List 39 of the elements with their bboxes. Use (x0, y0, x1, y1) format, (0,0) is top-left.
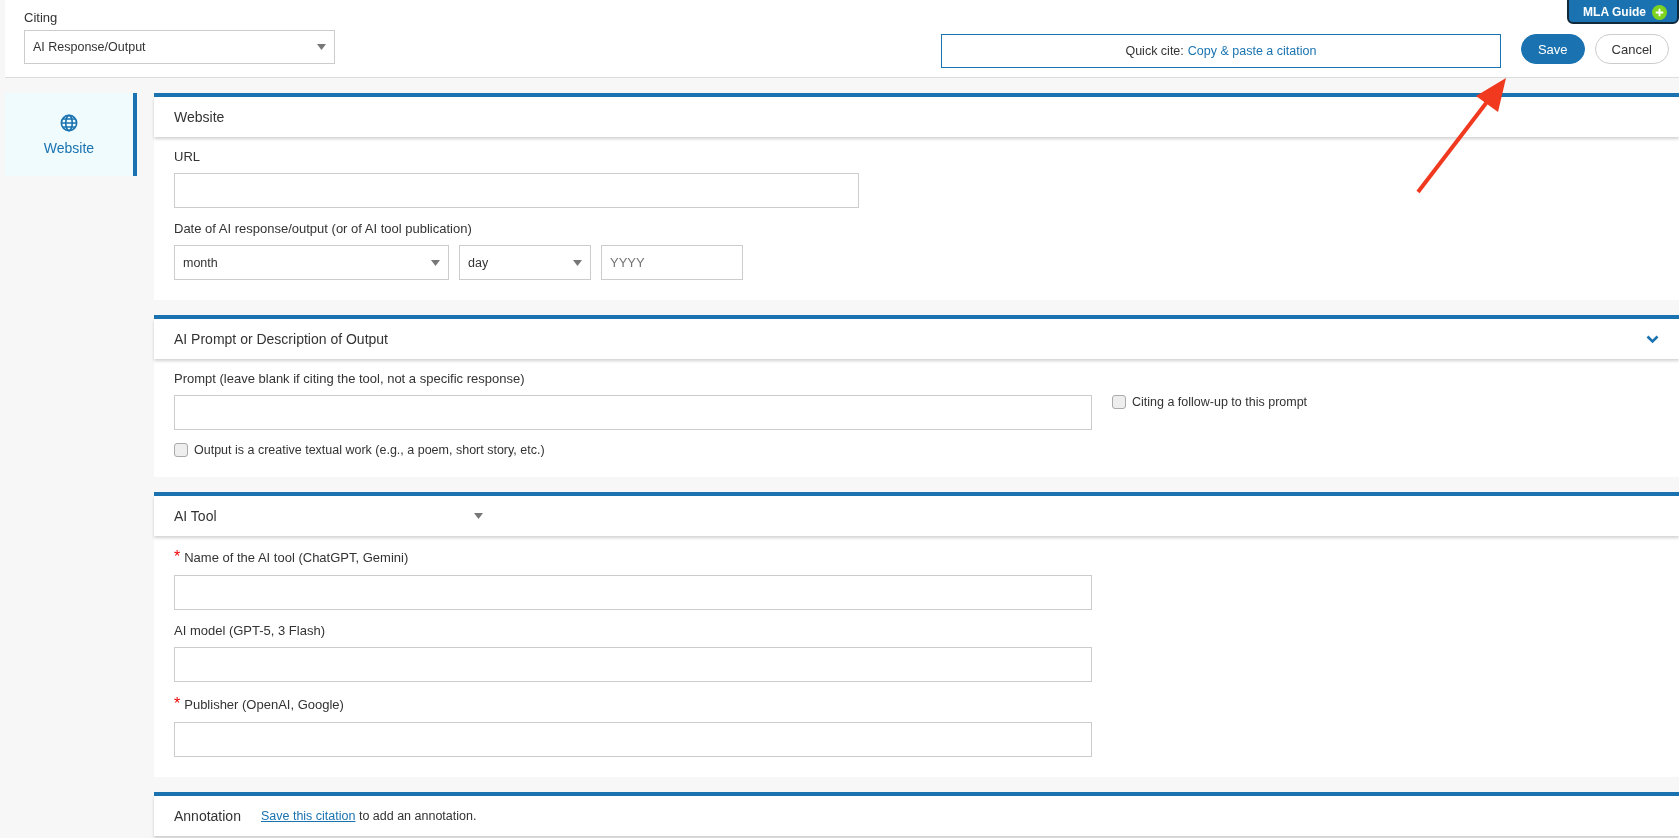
field-label: Citing (24, 10, 59, 25)
day-dropdown[interactable]: day (459, 245, 591, 280)
text-field[interactable] (174, 575, 1092, 610)
quick-cite-link[interactable]: Copy & paste a citation (1187, 44, 1317, 58)
sidebar-item[interactable]: Website (5, 93, 137, 176)
caret-icon (573, 259, 582, 266)
cancel-button[interactable]: Cancel (1594, 34, 1669, 64)
section-title: AI Prompt or Description of Output (174, 331, 388, 347)
month-dropdown[interactable]: month (174, 245, 449, 280)
annotation-note: Save this citation to add an annotation. (260, 809, 477, 823)
year-field[interactable]: YYYY (601, 245, 743, 280)
quick-cite-label: Quick cite: (1125, 44, 1184, 58)
caret-icon (431, 259, 440, 266)
save-citation-link[interactable]: Save this citation (260, 809, 356, 823)
url-field[interactable] (174, 173, 859, 208)
section-title: Annotation (174, 808, 241, 824)
guide-tab[interactable]: MLA Guide (1567, 0, 1679, 24)
save-button[interactable]: Save (1520, 34, 1585, 64)
required-mark: * (174, 548, 181, 566)
plus-icon (1652, 4, 1667, 20)
section-title: Website (174, 109, 225, 125)
section-title: AI Tool (174, 508, 218, 524)
field-label: Name of the AI tool (ChatGPT, Gemini) (184, 550, 409, 565)
field-label: AI model (GPT-5, 3 Flash) (174, 623, 325, 638)
text-field[interactable] (174, 647, 1092, 682)
field-label: URL (174, 149, 200, 164)
caret-icon (317, 44, 326, 50)
field-label: Publisher (OpenAI, Google) (184, 697, 344, 712)
text-field[interactable] (174, 395, 1092, 430)
checkbox[interactable]: Output is a creative textual work (e.g., a poem, short story, etc.) (174, 443, 545, 457)
checkbox[interactable]: Citing a follow-up to this prompt (1112, 395, 1308, 409)
required-mark: * (174, 695, 181, 713)
field-label: Date of AI response/output (or of AI tool publication) (174, 221, 472, 236)
globe-icon (60, 113, 78, 132)
text-field[interactable] (174, 722, 1092, 757)
source-type-dropdown[interactable]: AI Response/Output (24, 30, 335, 64)
chevron-down-icon[interactable] (1646, 334, 1659, 344)
caret-icon (474, 513, 483, 519)
field-label: Prompt (leave blank if citing the tool, not a specific response) (174, 371, 525, 386)
